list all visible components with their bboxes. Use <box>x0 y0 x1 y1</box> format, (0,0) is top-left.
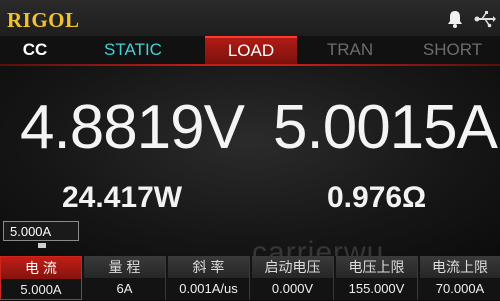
mode-cc-label[interactable]: CC <box>0 36 70 64</box>
param-slew[interactable]: 斜 率 0.001A/us <box>168 256 250 300</box>
param-voltage-limit-label: 电压上限 <box>336 256 417 278</box>
current-setpoint-field[interactable]: 5.000A <box>3 221 79 241</box>
resistance-reading: 0.976Ω <box>327 181 427 214</box>
bell-icon[interactable] <box>444 9 466 29</box>
param-slew-value: 0.001A/us <box>179 281 238 296</box>
usb-icon <box>474 11 496 28</box>
param-range[interactable]: 量 程 6A <box>84 256 166 300</box>
brand-logo: RIGOL <box>7 8 80 32</box>
tab-static[interactable]: STATIC <box>72 36 194 64</box>
mode-tabs: CC STATIC LOAD TRAN SHORT <box>0 36 500 64</box>
voltage-reading: 4.8819V <box>20 93 245 162</box>
param-current-label: 电 流 <box>1 257 81 279</box>
tab-load[interactable]: LOAD <box>205 36 297 64</box>
param-current[interactable]: 电 流 5.000A <box>0 256 82 300</box>
tab-tran[interactable]: TRAN <box>300 36 400 64</box>
param-range-label: 量 程 <box>84 256 165 278</box>
param-slew-label: 斜 率 <box>168 256 249 278</box>
param-voltage-limit-value: 155.000V <box>348 281 405 296</box>
tab-short[interactable]: SHORT <box>405 36 500 64</box>
param-von[interactable]: 启动电压 0.000V <box>252 256 334 300</box>
param-current-value: 5.000A <box>20 282 62 297</box>
param-range-value: 6A <box>116 281 133 296</box>
parameter-bar: 电 流 5.000A 量 程 6A 斜 率 0.001A/us 启动电压 0.0… <box>0 256 500 300</box>
param-current-limit-value: 70.000A <box>435 281 485 296</box>
param-current-limit[interactable]: 电流上限 70.000A <box>420 256 500 300</box>
power-reading: 24.417W <box>62 181 183 214</box>
current-reading: 5.0015A <box>273 93 498 162</box>
param-von-label: 启动电压 <box>252 256 333 278</box>
param-von-value: 0.000V <box>271 281 314 296</box>
param-current-limit-label: 电流上限 <box>420 256 500 278</box>
param-voltage-limit[interactable]: 电压上限 155.000V <box>336 256 418 300</box>
top-bar: RIGOL <box>0 0 500 37</box>
edit-cursor-indicator <box>38 243 46 248</box>
